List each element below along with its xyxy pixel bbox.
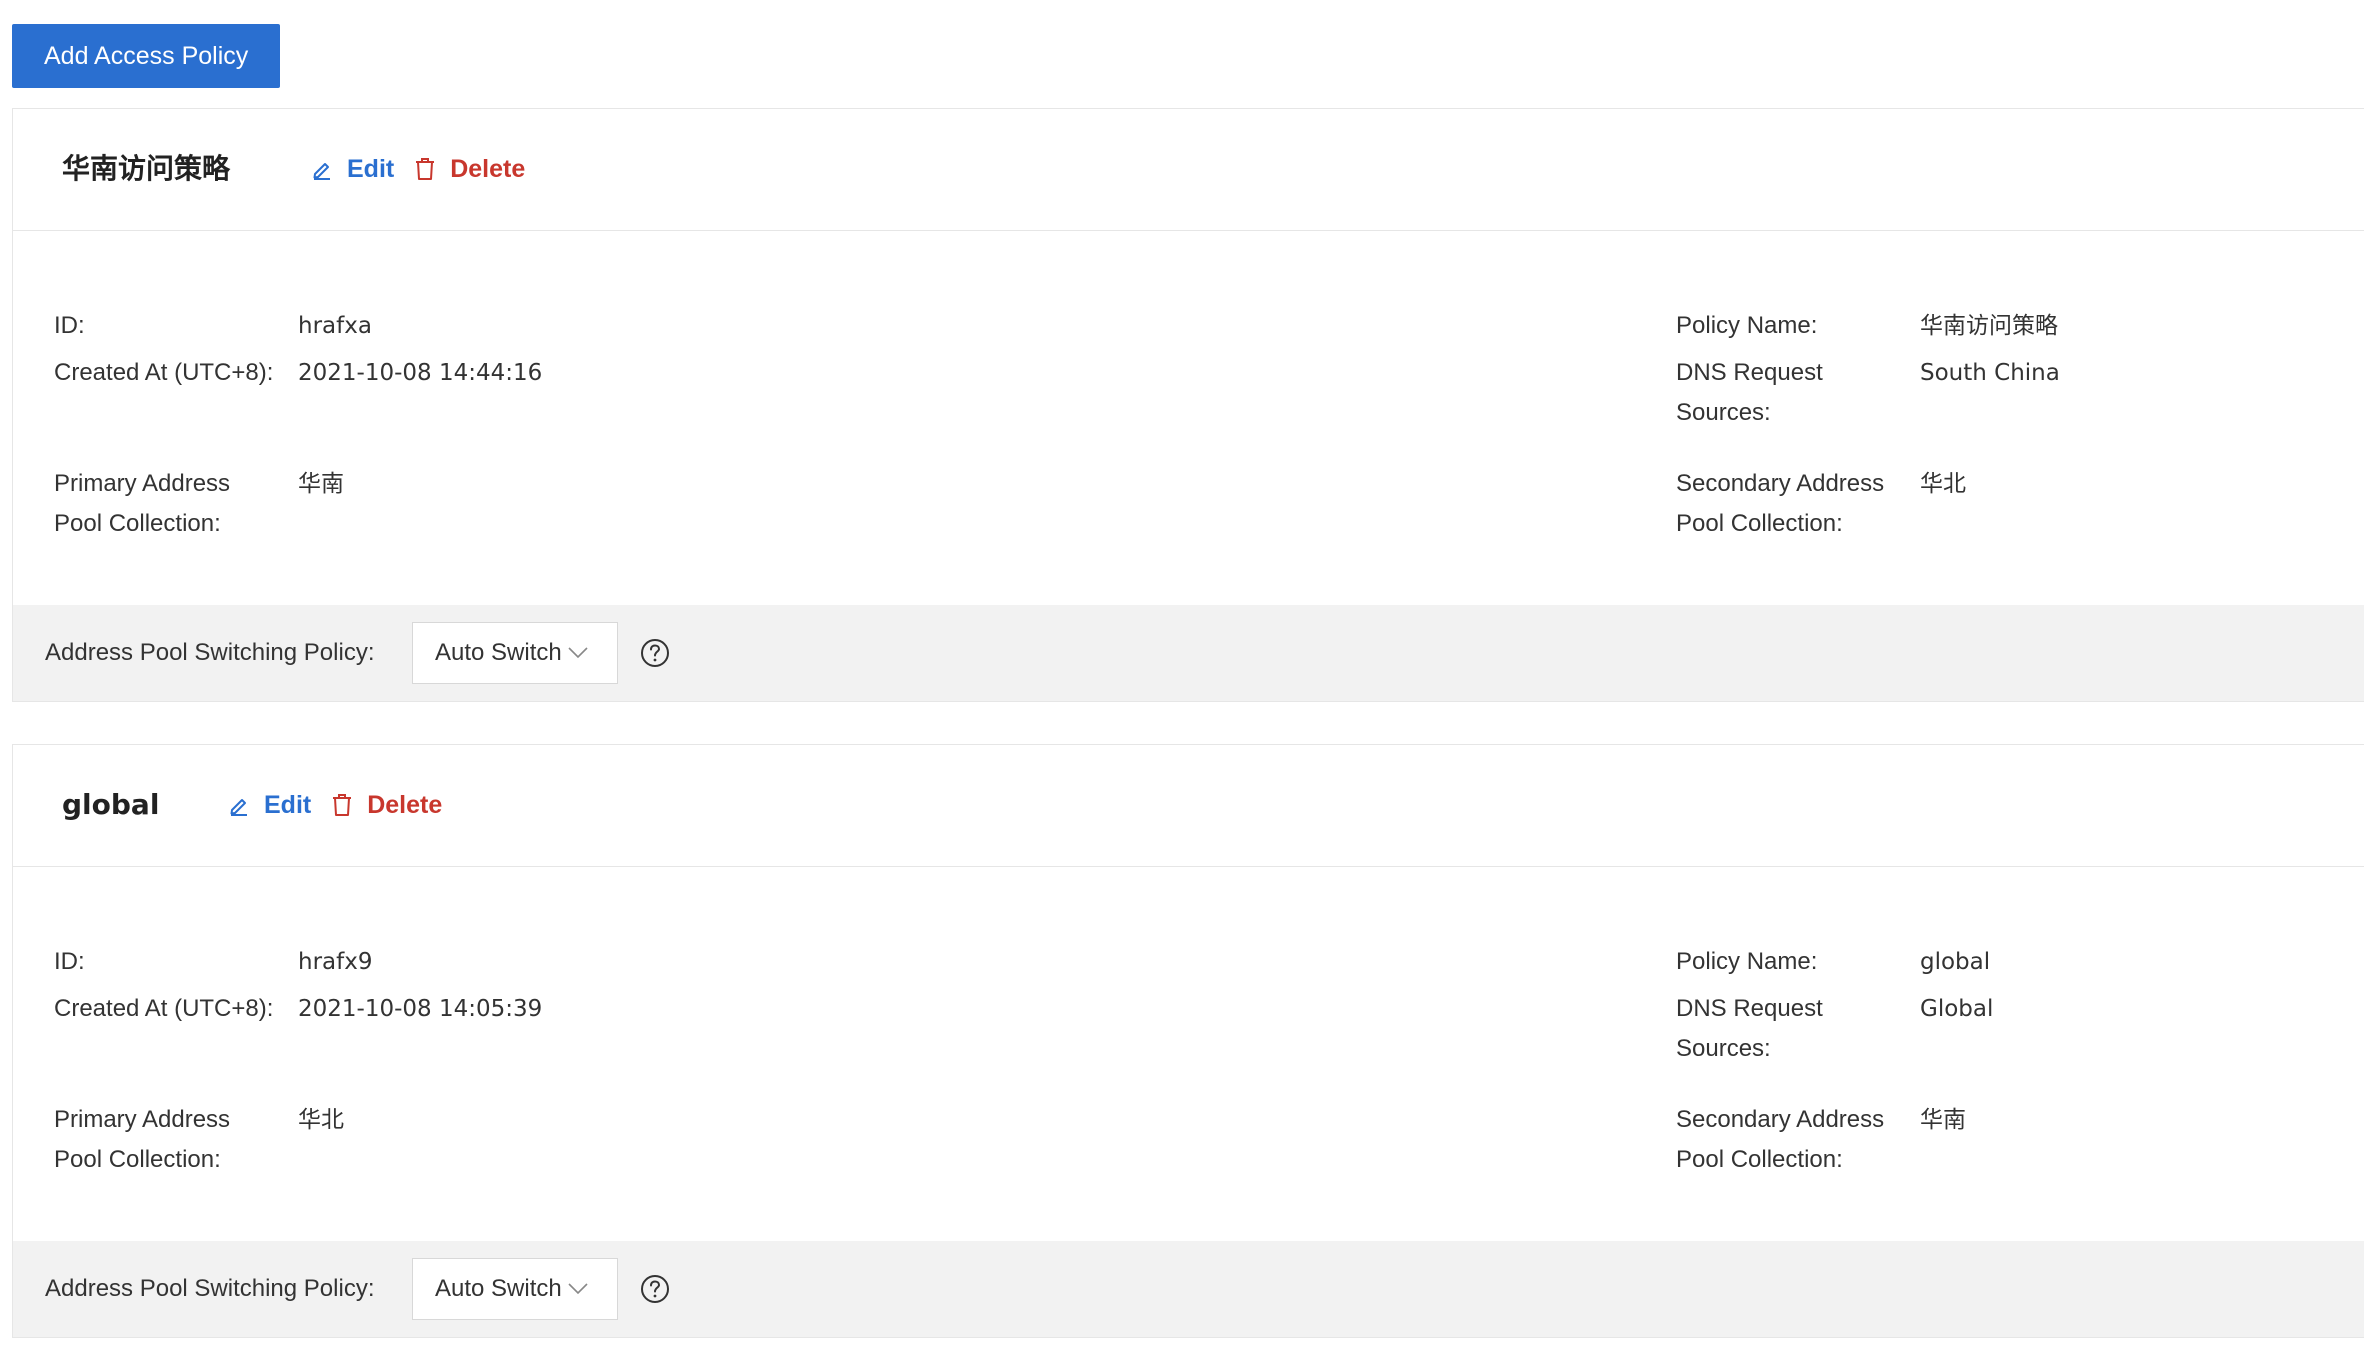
policy-actions: Edit Delete [228,745,442,865]
secondary-pool-label-line1: Secondary Address [1676,470,1885,497]
primary-pool-label-line2: Pool Collection: [54,510,221,537]
policy-card-header: 华南访问策略 Edit Delete [13,109,2364,231]
created-at-label: Created At (UTC+8): [54,995,274,1022]
policy-name-label: Policy Name: [1676,312,1818,339]
primary-pool-value: 华南 [298,471,344,497]
switching-policy-value: Auto Switch [435,1275,562,1302]
primary-pool-label-line2: Pool Collection: [54,1146,221,1173]
primary-pool-label-line1: Primary Address [54,470,231,497]
id-label: ID: [54,312,85,339]
primary-pool-value: 华北 [298,1107,344,1133]
switching-policy-select[interactable]: Auto Switch [412,1258,618,1320]
switching-policy-label: Address Pool Switching Policy: [45,639,375,666]
chevron-down-icon [568,647,588,659]
policy-name-label: Policy Name: [1676,948,1818,975]
switching-policy-select[interactable]: Auto Switch [412,622,618,684]
policy-name-value: 华南访问策略 [1920,313,2058,339]
policy-card-header: global Edit Delete [13,745,2364,867]
help-circle-icon[interactable] [640,638,670,668]
policy-actions: Edit Delete [311,109,525,229]
trash-icon [416,158,435,180]
edit-icon [313,163,330,180]
policy-card: global Edit Delete ID: hrafx9 Created At… [12,744,2364,1338]
delete-label: Delete [367,790,443,819]
edit-icon [230,799,247,816]
edit-label: Edit [347,154,395,183]
switching-policy-label: Address Pool Switching Policy: [45,1275,375,1302]
policy-name-value: global [1920,949,1991,975]
secondary-pool-label-line2: Pool Collection: [1676,510,1843,537]
delete-button[interactable]: Delete [414,155,525,184]
dns-sources-label-line2: Sources: [1676,399,1771,426]
dns-sources-label-line1: DNS Request [1676,995,1823,1022]
trash-icon [333,794,352,816]
policy-details: ID: hrafxa Created At (UTC+8): 2021-10-0… [13,231,2364,605]
dns-sources-value: South China [1920,360,2060,386]
secondary-pool-label-line1: Secondary Address [1676,1106,1885,1133]
primary-pool-label-line1: Primary Address [54,1106,231,1133]
switching-policy-bar: Address Pool Switching Policy: Auto Swit… [13,1241,2364,1337]
id-value: hrafx9 [298,949,373,975]
edit-button[interactable]: Edit [228,791,311,820]
toolbar: Add Access Policy [12,24,281,88]
add-access-policy-button[interactable]: Add Access Policy [12,24,281,88]
edit-button[interactable]: Edit [311,155,394,184]
policy-card: 华南访问策略 Edit Delete ID: hrafxa Created At… [12,108,2364,702]
dns-sources-label-line1: DNS Request [1676,359,1823,386]
delete-button[interactable]: Delete [331,791,442,820]
chevron-down-icon [568,1283,588,1295]
policy-details: ID: hrafx9 Created At (UTC+8): 2021-10-0… [13,867,2364,1241]
id-value: hrafxa [298,313,372,339]
switching-policy-value: Auto Switch [435,639,562,666]
policy-title: 华南访问策略 [62,152,231,185]
delete-label: Delete [450,154,526,183]
created-at-value: 2021-10-08 14:05:39 [298,996,543,1022]
dns-sources-label-line2: Sources: [1676,1035,1771,1062]
edit-label: Edit [264,790,312,819]
created-at-label: Created At (UTC+8): [54,359,274,386]
switching-policy-bar: Address Pool Switching Policy: Auto Swit… [13,605,2364,701]
help-circle-icon[interactable] [640,1274,670,1304]
secondary-pool-value: 华南 [1920,1107,1966,1133]
secondary-pool-value: 华北 [1920,471,1966,497]
secondary-pool-label-line2: Pool Collection: [1676,1146,1843,1173]
dns-sources-value: Global [1920,996,1994,1022]
created-at-value: 2021-10-08 14:44:16 [298,360,543,386]
policy-title: global [62,788,160,821]
id-label: ID: [54,948,85,975]
